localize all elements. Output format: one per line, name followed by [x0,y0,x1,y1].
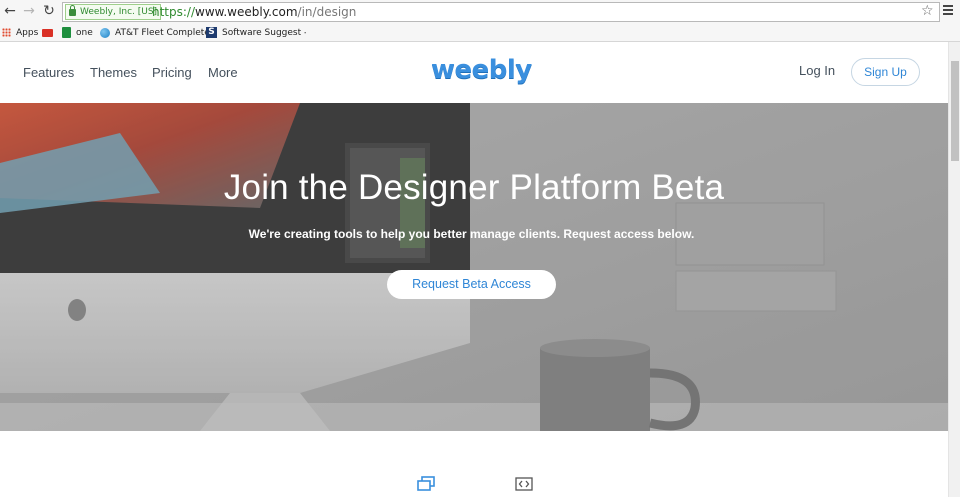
security-badge[interactable]: Weebly, Inc. [US] [65,4,162,20]
window-stack-icon [417,476,435,491]
bookmark-one[interactable]: one [62,26,93,40]
site-header: Features Themes Pricing More weebly Log … [0,42,948,103]
apps-grid-icon [2,28,11,37]
address-bar: ← → ↻ Weebly, Inc. [US] https://www.weeb… [0,0,960,24]
browser-menu-icon[interactable] [943,5,953,15]
hero-overlay [0,103,948,431]
lock-icon [69,5,76,16]
nav-features[interactable]: Features [23,65,74,81]
nav-themes[interactable]: Themes [90,65,137,81]
bookmark-label: one [76,28,93,38]
login-link[interactable]: Log In [799,63,835,79]
bookmark-gmail[interactable] [42,26,58,40]
request-beta-access-button[interactable]: Request Beta Access [387,270,556,299]
code-brackets-icon [515,477,533,491]
page-scrollbar[interactable] [948,42,960,497]
hero-subtitle: We're creating tools to help you better … [248,227,695,241]
bookmark-star-icon[interactable]: ☆ [921,3,934,19]
bookmark-label: AT&T Fleet Complete [115,28,210,38]
signup-button[interactable]: Sign Up [851,58,920,86]
bookmark-label: Software Suggest - U [222,28,306,38]
back-arrow-icon[interactable]: ← [2,3,18,19]
url-scheme: https:// [152,5,196,19]
url-text: https://www.weebly.com/in/design [152,5,356,19]
url-host: www.weebly.com [195,5,298,19]
features-section [0,431,948,497]
hero-title: Join the Designer Platform Beta [223,168,725,207]
sheets-icon [62,27,71,38]
gmail-icon [42,28,53,37]
nav-more[interactable]: More [208,65,238,81]
bookmarks-bar: Apps one AT&T Fleet Complete S Software S… [0,24,960,42]
s-logo-icon: S [206,27,217,38]
forward-arrow-icon[interactable]: → [21,3,37,19]
bookmark-apps[interactable]: Apps [2,26,38,40]
bookmark-label: Apps [16,28,39,38]
reload-icon[interactable]: ↻ [41,3,57,19]
url-path: /in/design [297,5,357,19]
url-input[interactable]: Weebly, Inc. [US] https://www.weebly.com… [62,2,940,22]
nav-pricing[interactable]: Pricing [152,65,192,81]
browser-window: { "browser": { "security_label": "Weebly… [0,0,960,497]
security-label: Weebly, Inc. [US] [80,7,158,17]
bookmark-att[interactable]: AT&T Fleet Complete [100,26,210,40]
hero-banner: Join the Designer Platform Beta We're cr… [0,103,948,431]
bookmark-software-suggest[interactable]: S Software Suggest - U [206,26,306,40]
weebly-logo[interactable]: weebly [431,54,532,86]
scrollbar-thumb[interactable] [951,61,959,161]
att-globe-icon [100,27,110,38]
